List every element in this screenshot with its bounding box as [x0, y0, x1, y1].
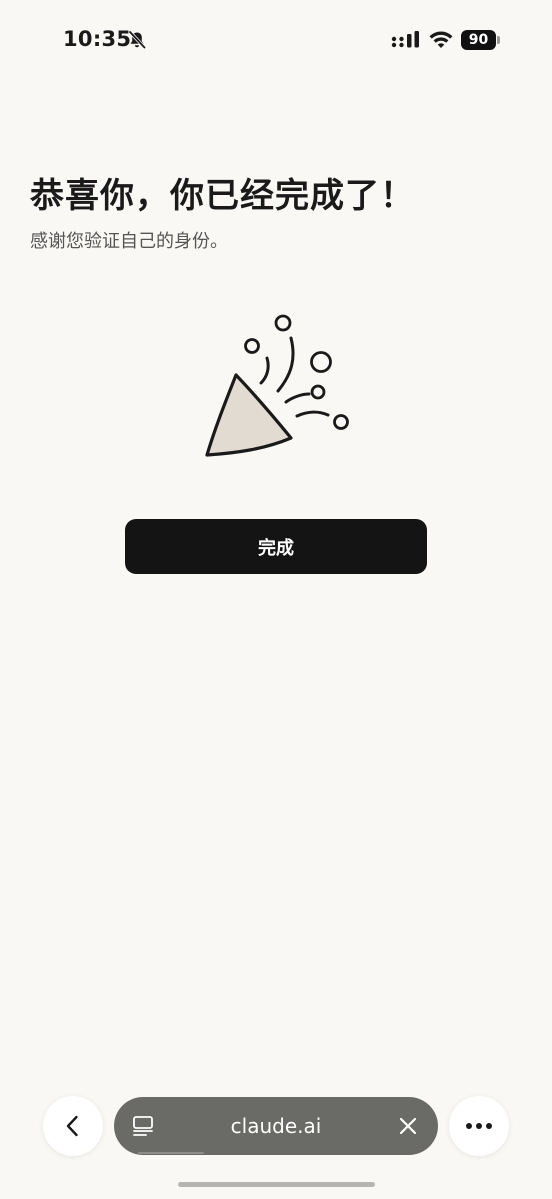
- close-icon[interactable]: [398, 1116, 418, 1136]
- done-button[interactable]: 完成: [125, 519, 427, 574]
- party-popper-icon: [205, 314, 349, 457]
- home-indicator: [178, 1182, 375, 1187]
- more-icon: [466, 1123, 492, 1129]
- signal-icon: [391, 31, 419, 48]
- battery-icon: 90: [461, 30, 501, 50]
- url-text: claude.ai: [230, 1114, 322, 1138]
- wifi-icon: [429, 31, 453, 48]
- battery-level: 90: [461, 30, 496, 50]
- bell-slash-icon: [128, 30, 146, 49]
- status-time: 10:35: [63, 27, 132, 51]
- more-button[interactable]: [449, 1096, 509, 1156]
- battery-nub: [497, 36, 500, 44]
- back-chevron-icon: [66, 1115, 78, 1137]
- page-title: 恭喜你，你已经完成了！: [30, 176, 415, 216]
- address-bar[interactable]: claude.ai: [114, 1097, 438, 1155]
- browser-bottom-bar: claude.ai: [0, 1090, 552, 1199]
- page-load-indicator: [138, 1152, 204, 1154]
- page-subtitle: 感谢您验证自己的身份。: [30, 231, 228, 252]
- back-button[interactable]: [43, 1096, 103, 1156]
- status-bar: 10:35 90: [0, 0, 552, 80]
